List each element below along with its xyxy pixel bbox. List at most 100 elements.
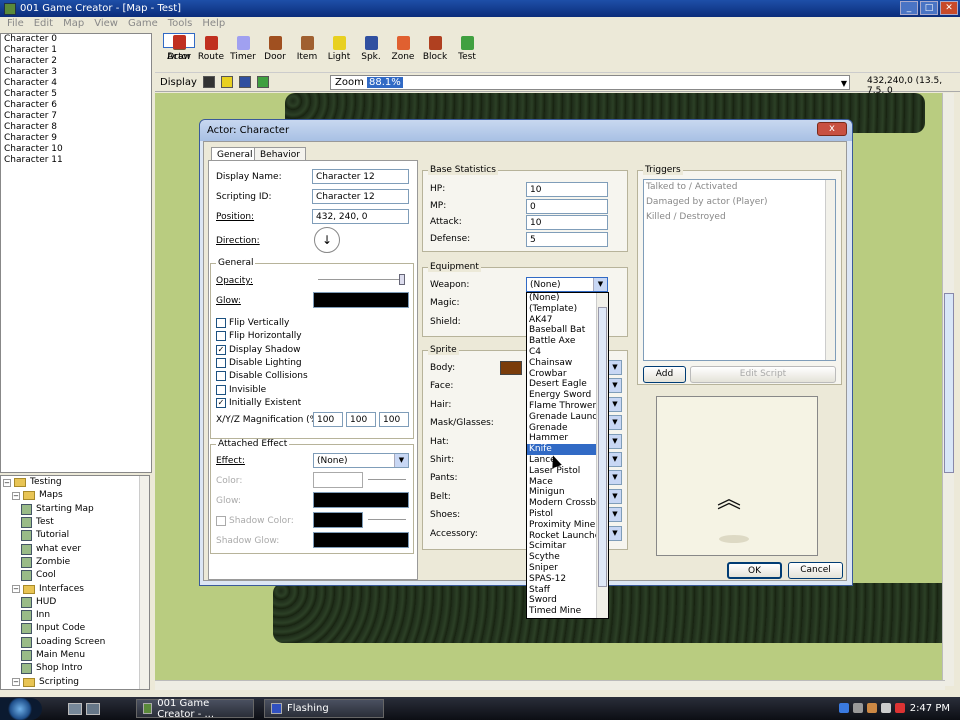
chevron-down-icon[interactable]: ▼ [608, 488, 622, 504]
list-item[interactable]: Character 0 [1, 34, 151, 45]
chevron-down-icon[interactable]: ▼ [608, 452, 622, 467]
stat-field[interactable]: 0 [526, 198, 608, 214]
project-tree[interactable]: − Testing − Maps Starting Map Test Tutorial wha… [0, 475, 150, 690]
chevron-down-icon[interactable]: ▼ [394, 454, 408, 467]
checkbox-flip-vertically[interactable] [216, 318, 226, 328]
tree-node[interactable]: Inn [1, 609, 149, 622]
tree-node[interactable]: Shop Intro [1, 662, 149, 675]
list-item[interactable]: Character 4 [1, 78, 151, 89]
tree-node[interactable]: Loading Screen [1, 636, 149, 649]
scroll-thumb[interactable] [944, 293, 954, 473]
chevron-down-icon[interactable]: ▼ [593, 278, 607, 291]
taskbar-item-game-creator[interactable]: 001 Game Creator - ... [136, 698, 254, 720]
tray-icon[interactable] [839, 703, 849, 713]
grid-icon[interactable] [202, 76, 215, 88]
taskbar-item-flashing[interactable]: Flashing [264, 699, 384, 718]
list-item[interactable]: Character 8 [1, 122, 151, 133]
maximize-button[interactable]: □ [920, 1, 938, 15]
chevron-down-icon[interactable]: ▼ [841, 77, 847, 90]
tree-node[interactable]: − Maps [1, 489, 149, 502]
tool-timer[interactable]: Timer [227, 33, 259, 69]
checkbox-invisible[interactable] [216, 384, 226, 395]
list-item[interactable]: Character 5 [1, 89, 151, 100]
checkbox-initially-existent[interactable]: ✓ [216, 397, 226, 408]
trigger-item[interactable]: Talked to / Activated [644, 180, 835, 195]
body-color-swatch[interactable] [500, 361, 522, 375]
tree-node[interactable]: Input Code [1, 622, 149, 635]
chevron-down-icon[interactable]: ▼ [608, 396, 622, 412]
menu-file[interactable]: File [2, 17, 29, 32]
volume-icon[interactable] [881, 703, 891, 713]
magnification-x[interactable]: 100 [313, 412, 343, 427]
tray-icon[interactable] [895, 703, 905, 713]
tree-node[interactable]: Cool [1, 569, 149, 582]
checkbox-disable-lighting[interactable] [216, 357, 226, 368]
checkbox-flip-horizontally[interactable] [216, 331, 226, 342]
list-item[interactable]: Character 6 [1, 100, 151, 111]
checkbox-display-shadow[interactable]: ✓ [216, 344, 226, 355]
menu-edit[interactable]: Edit [29, 17, 58, 32]
list-item[interactable]: Character 10 [1, 144, 151, 155]
list-item[interactable]: Character 3 [1, 67, 151, 78]
triggers-list[interactable]: Talked to / Activated Damaged by actor (P… [643, 179, 836, 361]
minimize-button[interactable]: _ [900, 1, 918, 15]
start-button[interactable] [0, 697, 42, 720]
zoom-value[interactable]: 88.1% [367, 77, 403, 88]
tree-node[interactable]: Tutorial [1, 529, 149, 542]
chevron-down-icon[interactable]: ▼ [608, 360, 622, 375]
dialog-close-button[interactable]: x [817, 122, 847, 136]
tool-route[interactable]: Route [195, 33, 227, 69]
collapse-icon[interactable]: − [3, 478, 11, 487]
opacity-slider-thumb[interactable] [399, 274, 405, 285]
tree-node[interactable]: − Testing [1, 476, 149, 489]
glow-color-swatch[interactable] [313, 292, 409, 308]
tree-node[interactable]: Main Menu [1, 649, 149, 662]
tree-node[interactable]: HUD [1, 596, 149, 609]
chevron-down-icon[interactable]: ▼ [608, 378, 622, 394]
collapse-icon[interactable]: − [12, 491, 20, 500]
trigger-item[interactable]: Damaged by actor (Player) [644, 195, 835, 210]
menu-tools[interactable]: Tools [163, 17, 198, 32]
scripting-id-field[interactable]: Character 12 [312, 189, 409, 204]
edit-script-button[interactable]: Edit Script [690, 366, 836, 383]
chevron-down-icon[interactable]: ▼ [608, 433, 622, 449]
opacity-slider[interactable] [318, 279, 404, 281]
list-item[interactable]: Character 2 [1, 56, 151, 67]
list-item[interactable]: Character 1 [1, 45, 151, 56]
show-desktop-icon[interactable] [68, 702, 82, 715]
ok-button[interactable]: OK [727, 562, 782, 579]
magnification-z[interactable]: 100 [379, 412, 409, 427]
tool-block[interactable]: Block [419, 33, 451, 69]
effect-select[interactable]: (None) ▼ [313, 453, 409, 468]
sound-icon[interactable] [238, 76, 251, 88]
tree-scrollbar[interactable] [139, 476, 149, 689]
tree-node[interactable]: − Scripting [1, 675, 149, 688]
close-button[interactable]: ✕ [940, 1, 958, 15]
menu-map[interactable]: Map [58, 17, 89, 32]
character-list[interactable]: Character 0 Character 1 Character 2 Charact… [0, 33, 152, 473]
stat-field[interactable]: 10 [526, 182, 608, 197]
magnification-y[interactable]: 100 [346, 412, 376, 427]
map-vertical-scrollbar[interactable] [942, 93, 954, 686]
tool-light[interactable]: Light [323, 33, 355, 69]
tool-spk[interactable]: Spk. [355, 33, 387, 69]
tree-node[interactable]: − Interfaces [1, 582, 149, 595]
list-item[interactable]: Character 7 [1, 111, 151, 122]
chevron-down-icon[interactable]: ▼ [608, 470, 622, 486]
tool-door[interactable]: Door [259, 33, 291, 69]
map-horizontal-scrollbar[interactable] [155, 680, 945, 690]
tray-icon[interactable] [853, 703, 863, 713]
zoom-combo[interactable]: Zoom 88.1% ▼ [330, 75, 850, 90]
tree-node[interactable]: Test [1, 516, 149, 529]
dropdown-scrollbar[interactable] [596, 293, 608, 618]
trigger-item[interactable]: Killed / Destroyed [644, 210, 835, 225]
chevron-down-icon[interactable]: ▼ [608, 415, 622, 431]
add-trigger-button[interactable]: Add [643, 366, 686, 383]
stat-field[interactable]: 10 [526, 215, 608, 231]
triggers-scrollbar[interactable] [825, 180, 835, 360]
tree-node[interactable]: Zombie [1, 556, 149, 569]
layers-icon[interactable] [256, 76, 269, 88]
tool-test[interactable]: Test [451, 33, 483, 69]
stat-field[interactable]: 5 [526, 232, 608, 248]
weapon-dropdown-list[interactable]: (None) (Template) AK47 Baseball Bat Battle A… [526, 292, 609, 619]
